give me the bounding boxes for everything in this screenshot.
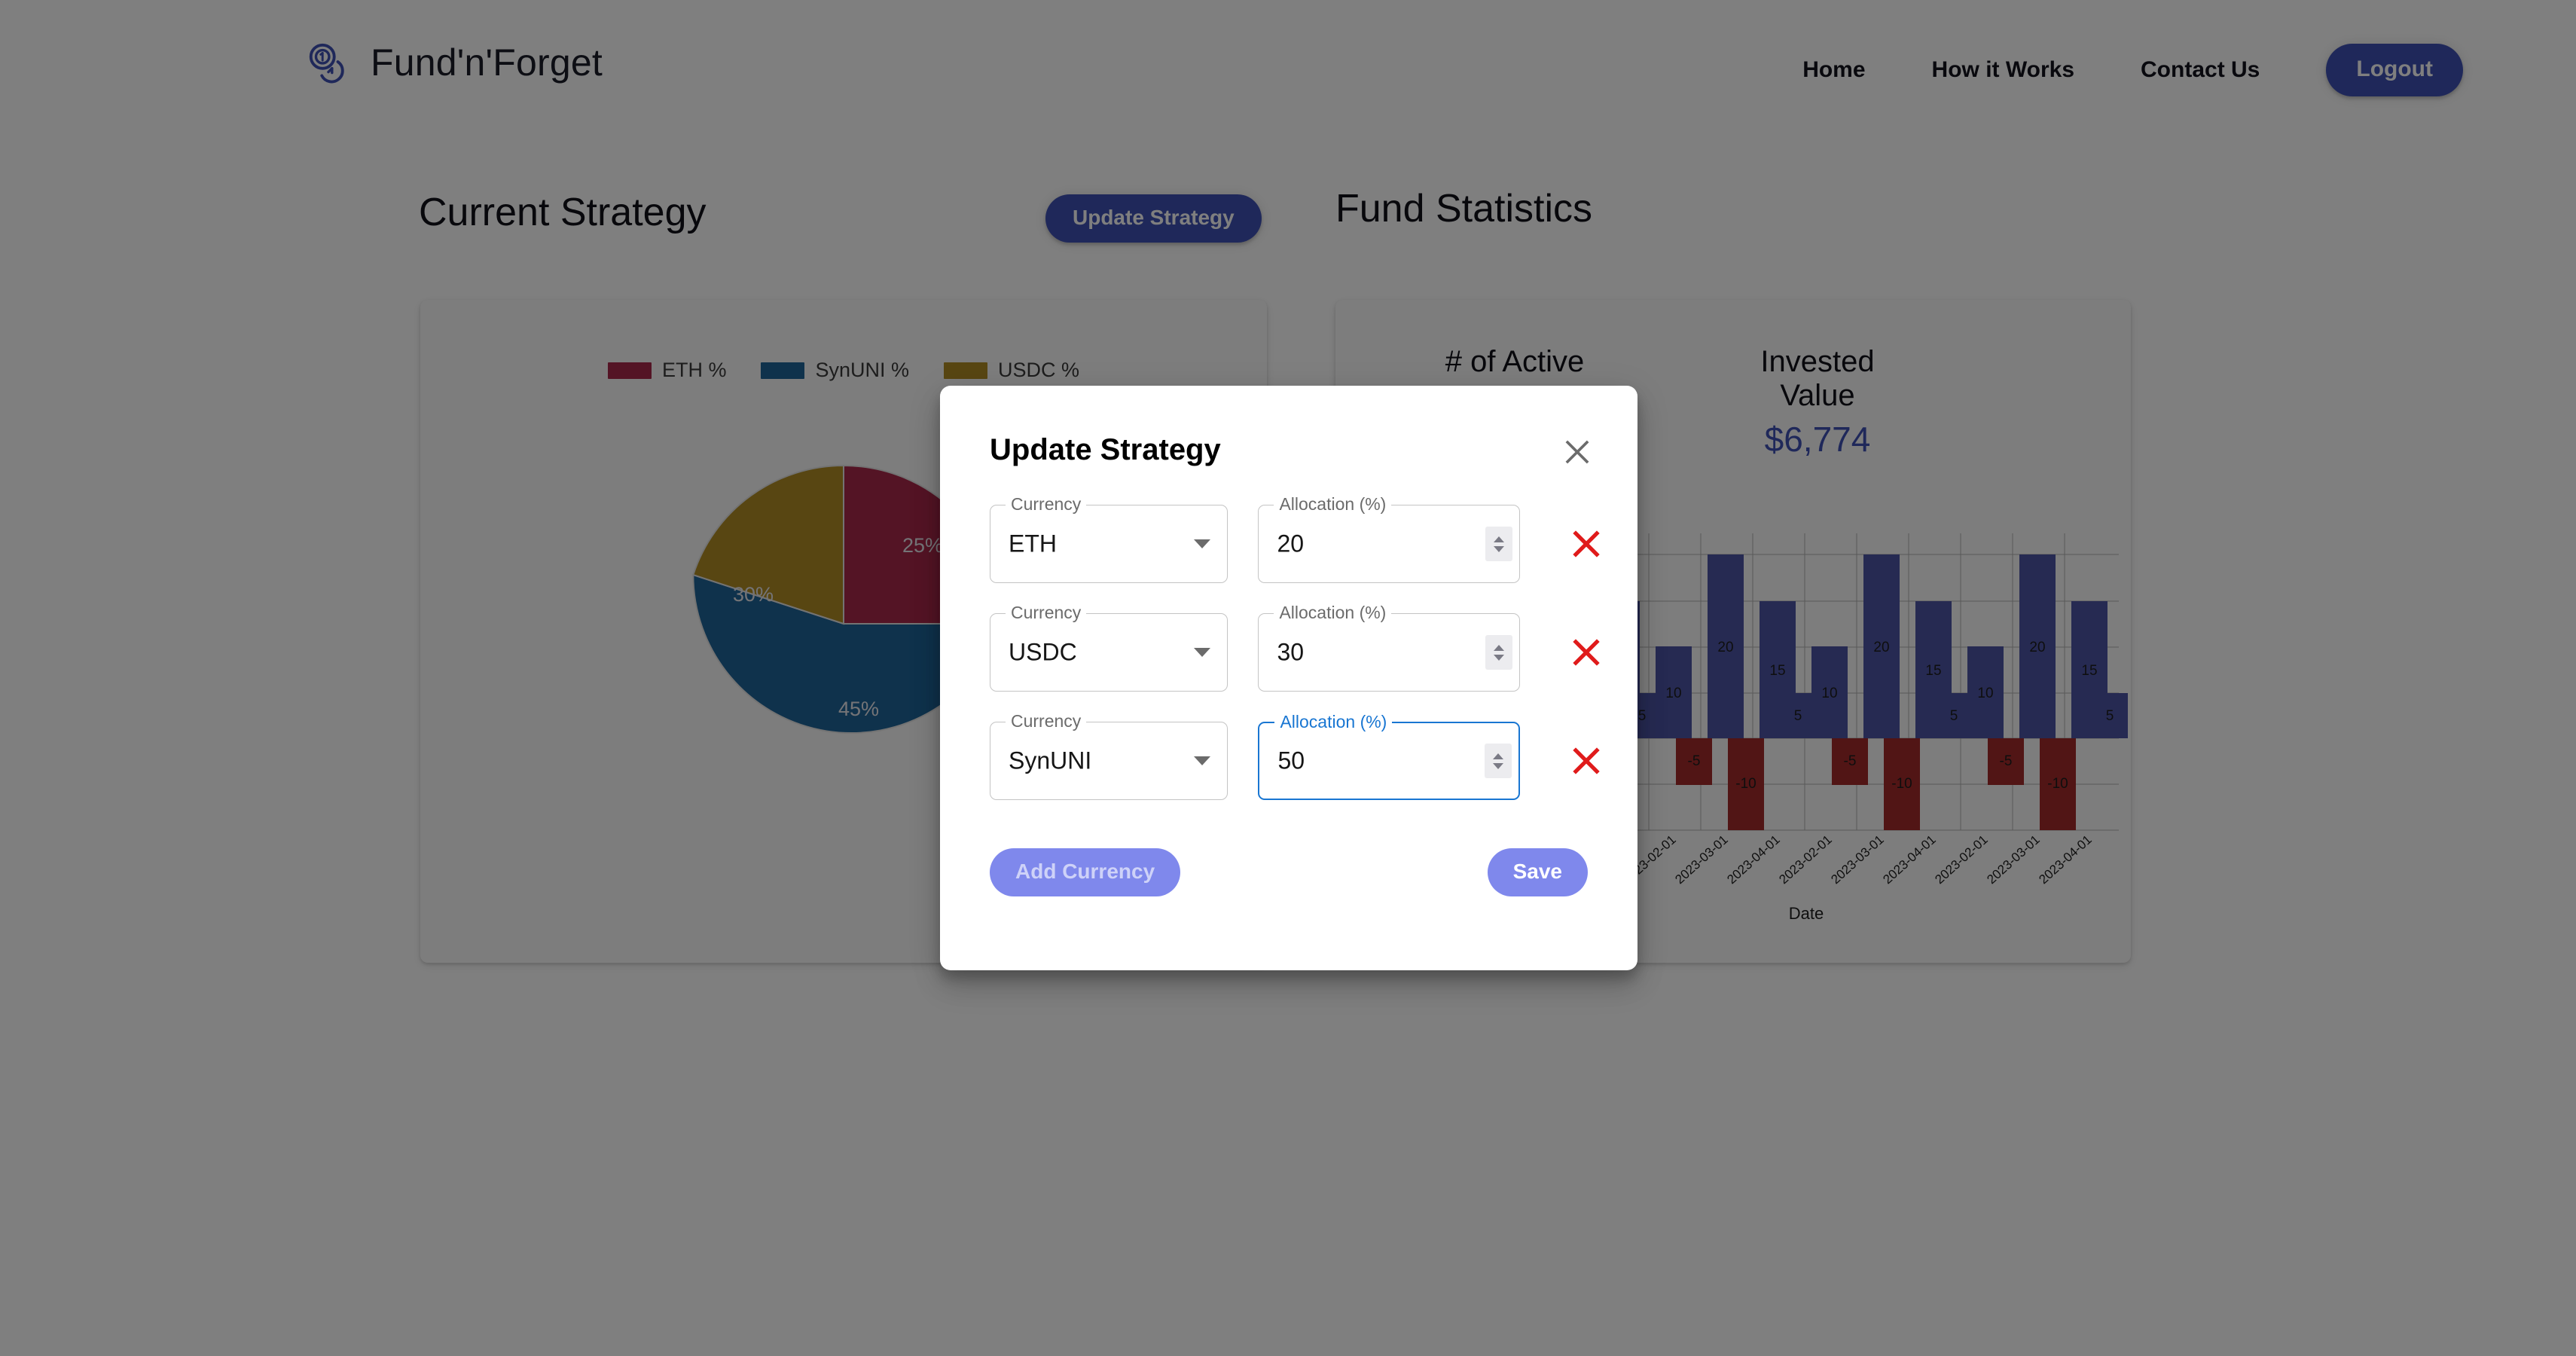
update-strategy-modal: Update Strategy Currency ETH Allocation … (940, 386, 1637, 970)
chevron-down-icon[interactable] (1194, 756, 1210, 765)
allocation-row: Currency USDC Allocation (%) 30 (990, 604, 1610, 692)
allocation-label: Allocation (%) (1274, 604, 1392, 622)
app-root: Fund'n'Forget Home How it Works Contact … (0, 0, 2576, 1356)
allocation-input-2[interactable]: Allocation (%) 30 (1258, 604, 1521, 692)
save-button[interactable]: Save (1487, 848, 1588, 896)
quantity-stepper[interactable] (1485, 527, 1513, 561)
chevron-up-icon[interactable] (1494, 644, 1505, 651)
chevron-up-icon[interactable] (1493, 753, 1504, 759)
allocation-value: 50 (1277, 747, 1305, 774)
currency-select-3[interactable]: Currency SynUNI (990, 713, 1228, 800)
chevron-up-icon[interactable] (1494, 536, 1505, 542)
quantity-stepper[interactable] (1485, 744, 1512, 778)
quantity-stepper[interactable] (1485, 635, 1513, 670)
allocation-input-3[interactable]: Allocation (%) 50 (1258, 713, 1521, 800)
delete-x-icon[interactable] (1563, 738, 1610, 785)
delete-x-icon[interactable] (1563, 521, 1610, 568)
currency-select-1[interactable]: Currency ETH (990, 496, 1228, 583)
currency-select-2[interactable]: Currency USDC (990, 604, 1228, 692)
allocation-label: Allocation (%) (1274, 713, 1393, 731)
allocation-input-1[interactable]: Allocation (%) 20 (1258, 496, 1521, 583)
chevron-down-icon[interactable] (1494, 545, 1505, 552)
chevron-down-icon[interactable] (1194, 539, 1210, 548)
modal-title: Update Strategy (990, 433, 1221, 466)
add-currency-button[interactable]: Add Currency (990, 848, 1181, 896)
currency-label: Currency (1006, 496, 1087, 513)
chevron-down-icon[interactable] (1194, 648, 1210, 657)
currency-label: Currency (1006, 713, 1087, 730)
currency-value: USDC (1009, 638, 1077, 666)
delete-x-icon[interactable] (1563, 630, 1610, 676)
chevron-down-icon[interactable] (1494, 654, 1505, 661)
allocation-value: 20 (1277, 530, 1305, 557)
close-icon[interactable] (1549, 423, 1606, 481)
allocation-row: Currency ETH Allocation (%) 20 (990, 496, 1610, 583)
allocation-value: 30 (1277, 638, 1305, 666)
currency-value: SynUNI (1009, 747, 1092, 774)
currency-value: ETH (1009, 530, 1057, 557)
allocation-row: Currency SynUNI Allocation (%) 50 (990, 713, 1610, 800)
currency-label: Currency (1006, 604, 1087, 622)
chevron-down-icon[interactable] (1493, 762, 1504, 769)
allocation-label: Allocation (%) (1274, 496, 1392, 513)
